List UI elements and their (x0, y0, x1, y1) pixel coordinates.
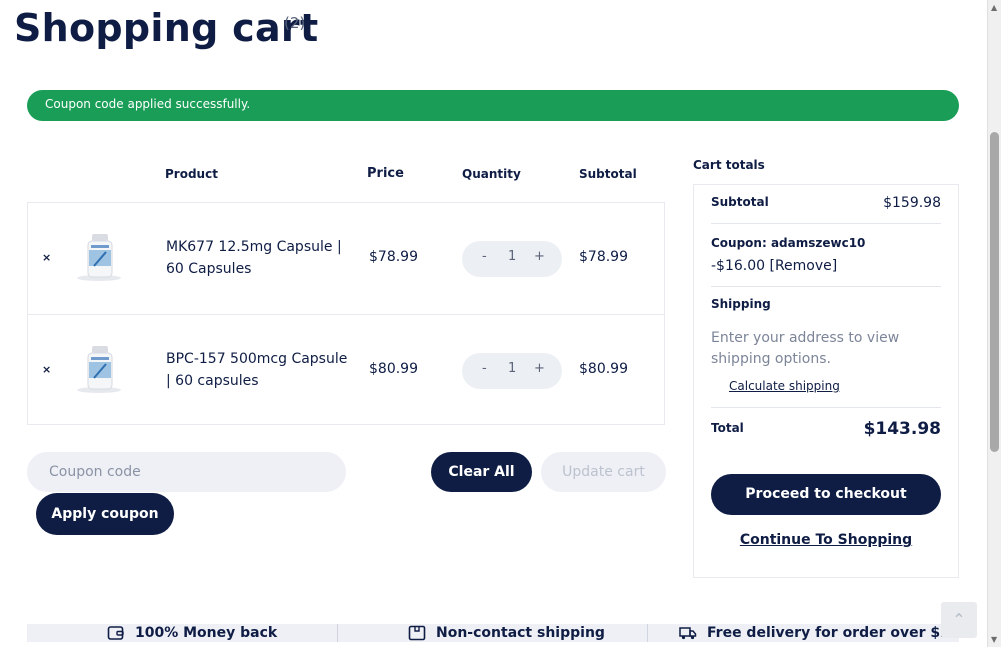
divider (647, 624, 648, 642)
truck-icon (679, 627, 697, 640)
apply-coupon-button[interactable]: Apply coupon (36, 493, 174, 535)
product-name[interactable]: BPC-157 500mcg Capsule | 60 capsules (166, 348, 356, 392)
remove-item-icon[interactable]: × (42, 363, 51, 376)
coupon-input[interactable] (27, 452, 346, 492)
qty-value[interactable]: 1 (508, 361, 516, 376)
header-price: Price (367, 166, 404, 181)
subtotal-value: $159.98 (883, 195, 941, 211)
product-subtotal: $80.99 (579, 361, 628, 377)
quantity-stepper: - 1 + (462, 353, 562, 389)
table-row: × BPC-157 500mcg Capsule | 60 capsules $… (28, 314, 664, 425)
cart-table: × MK677 12.5mg Capsule | 60 Capsules $78… (27, 202, 665, 425)
wallet-icon (107, 626, 124, 640)
shipping-label: Shipping (711, 297, 771, 311)
update-cart-button[interactable]: Update cart (541, 452, 666, 492)
qty-increase-button[interactable]: + (534, 361, 545, 376)
total-value: $143.98 (863, 419, 941, 439)
shipping-info: Enter your address to view shipping opti… (711, 330, 900, 367)
scrollbar-thumb[interactable] (990, 132, 999, 452)
notice-text: Coupon code applied successfully. (45, 97, 251, 111)
divider (711, 223, 941, 224)
product-thumbnail[interactable] (72, 230, 126, 284)
features-bar: 100% Money back Non-contact shipping Fre… (27, 624, 969, 642)
scroll-down-arrow-icon[interactable]: ▼ (991, 635, 997, 644)
feature-label: Non-contact shipping (436, 625, 605, 641)
box-icon (408, 625, 426, 641)
continue-shopping-link[interactable]: Continue To Shopping (694, 532, 958, 548)
scroll-up-arrow-icon[interactable]: ▲ (991, 3, 997, 12)
product-price: $80.99 (369, 361, 418, 377)
cart-count: (2) (284, 14, 306, 32)
divider (711, 407, 941, 408)
scroll-to-top-button[interactable]: ⌃ (941, 602, 977, 638)
coupon-label: Coupon: adamszewc10 (711, 236, 866, 250)
product-price: $78.99 (369, 249, 418, 265)
feature-label: Free delivery for order over $200 (707, 625, 970, 641)
qty-decrease-button[interactable]: - (482, 249, 487, 264)
product-name[interactable]: MK677 12.5mg Capsule | 60 Capsules (166, 236, 356, 280)
header-product: Product (165, 167, 218, 181)
coupon-remove-link[interactable]: [Remove] (770, 258, 838, 274)
subtotal-label: Subtotal (711, 195, 769, 209)
total-label: Total (711, 421, 744, 435)
quantity-stepper: - 1 + (462, 241, 562, 277)
divider (337, 624, 338, 642)
coupon-discount: -$16.00 [Remove] (711, 258, 837, 274)
proceed-to-checkout-button[interactable]: Proceed to checkout (711, 474, 941, 515)
coupon-amount: -$16.00 (711, 258, 766, 274)
header-subtotal: Subtotal (579, 167, 637, 181)
product-thumbnail[interactable] (72, 342, 126, 396)
cart-totals-title: Cart totals (693, 158, 765, 172)
product-subtotal: $78.99 (579, 249, 628, 265)
qty-increase-button[interactable]: + (534, 249, 545, 264)
success-notice: Coupon code applied successfully. (27, 90, 959, 121)
feature-label: 100% Money back (135, 625, 278, 641)
header-quantity: Quantity (462, 167, 521, 181)
double-chevron-up-icon: ⌃ (952, 610, 966, 629)
page-title: Shopping cart (14, 6, 319, 50)
page-scrollbar[interactable]: ▲ ▼ (987, 0, 1001, 647)
cart-totals-panel: Subtotal $159.98 Coupon: adamszewc10 -$1… (693, 184, 959, 578)
calculate-shipping-link[interactable]: Calculate shipping (729, 379, 840, 393)
qty-decrease-button[interactable]: - (482, 361, 487, 376)
clear-all-button[interactable]: Clear All (431, 452, 532, 492)
remove-item-icon[interactable]: × (42, 251, 51, 264)
divider (711, 286, 941, 287)
table-row: × MK677 12.5mg Capsule | 60 Capsules $78… (28, 203, 664, 314)
qty-value[interactable]: 1 (508, 249, 516, 264)
